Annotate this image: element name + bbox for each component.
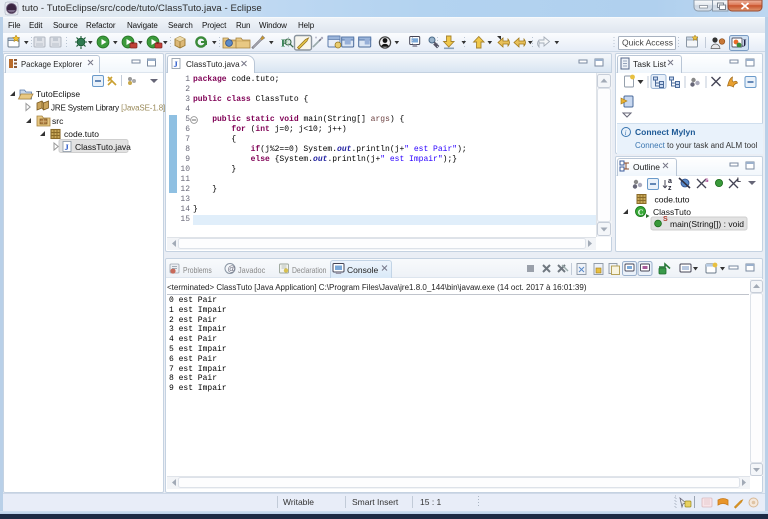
svg-text:J: J: [742, 39, 747, 50]
svg-text:JRE System Library [JavaSE-1.8: JRE System Library [JavaSE-1.8]: [51, 103, 165, 112]
svg-text:TutoEclipse: TutoEclipse: [36, 89, 80, 99]
svg-text:a: a: [668, 178, 672, 185]
svg-text:code.tuto: code.tuto: [655, 195, 690, 205]
svg-text:s: s: [705, 177, 709, 184]
svg-text:i: i: [625, 129, 627, 137]
svg-text:@: @: [228, 265, 236, 274]
svg-text:L: L: [737, 177, 741, 184]
svg-text:C: C: [638, 208, 644, 217]
svg-text:src: src: [52, 116, 64, 126]
svg-text:ClassTuto.java: ClassTuto.java: [75, 142, 131, 152]
svg-text:Quick Access: Quick Access: [622, 38, 673, 48]
svg-text:main(String[]) : void: main(String[]) : void: [670, 219, 744, 229]
svg-text:code.tuto: code.tuto: [64, 129, 99, 139]
svg-text:z: z: [668, 185, 672, 192]
svg-text:S: S: [663, 216, 668, 223]
svg-text:ClassTuto: ClassTuto: [653, 207, 691, 217]
